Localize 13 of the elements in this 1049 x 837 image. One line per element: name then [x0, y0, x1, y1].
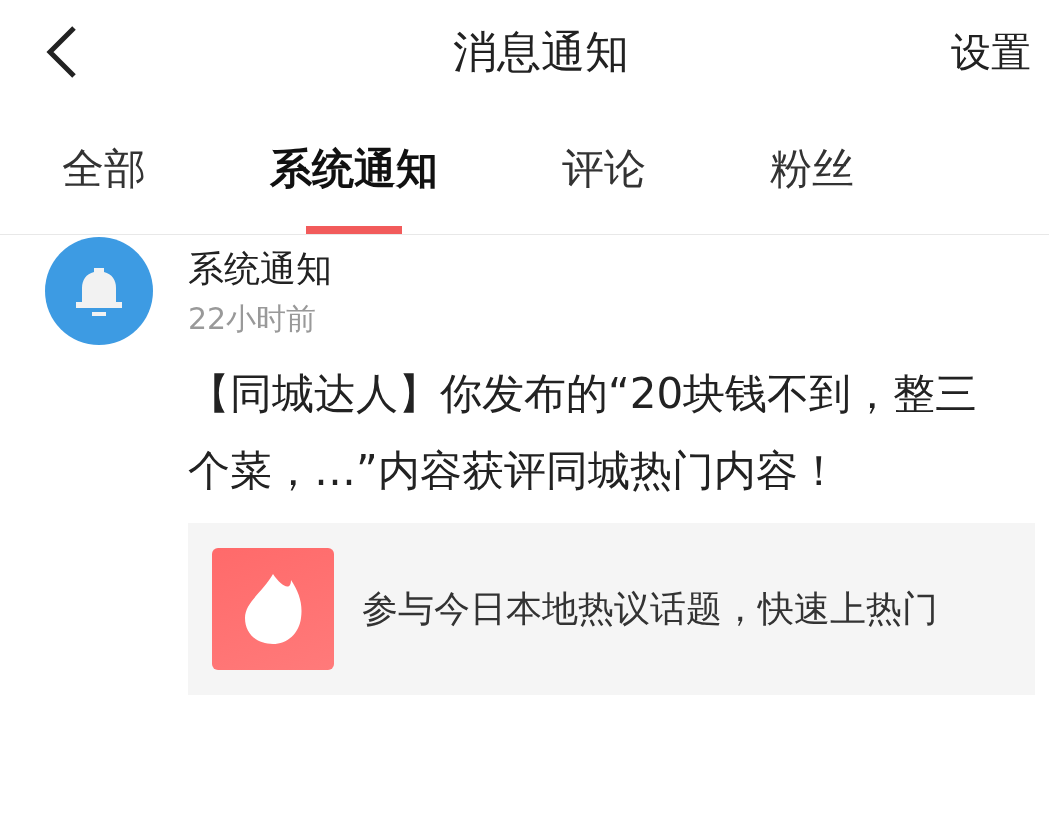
page-title: 消息通知 [452, 24, 629, 79]
tab[interactable]: 全部 [62, 104, 146, 234]
flame-icon [212, 548, 334, 670]
tab[interactable]: 系统通知 [270, 104, 438, 234]
settings-button[interactable]: 设置 [951, 24, 1031, 80]
notification-message: 【同城达人】你发布的“20块钱不到，整三个菜，…”内容获评同城热门内容！ [188, 368, 979, 497]
back-icon [44, 24, 78, 80]
timestamp: 22小时前 [188, 300, 317, 338]
topic-card[interactable]: 参与今日本地热议话题，快速上热门 [188, 523, 1035, 695]
tab[interactable]: 粉丝 [770, 104, 854, 234]
card-text: 参与今日本地热议话题，快速上热门 [362, 587, 938, 631]
sender-name: 系统通知 [188, 247, 332, 291]
tab[interactable]: 评论 [562, 104, 646, 234]
